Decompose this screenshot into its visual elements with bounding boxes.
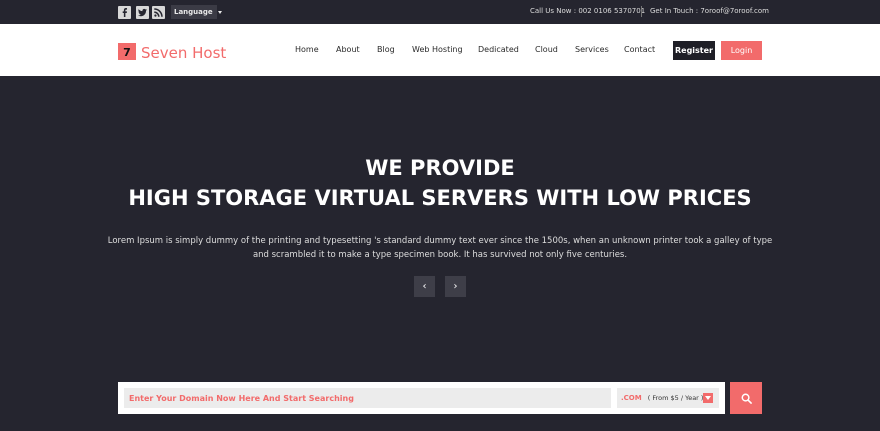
nav-item-blog[interactable]: Blog <box>377 45 395 54</box>
logo-mark[interactable]: 7 <box>118 43 136 60</box>
hero-title-line-2: HIGH STORAGE VIRTUAL SERVERS WITH LOW PR… <box>128 186 752 210</box>
chevron-down-icon <box>217 10 222 14</box>
slider-prev-button[interactable]: ‹ <box>414 276 435 297</box>
get-in-touch-text[interactable]: Get In Touch : 7oroof@7oroof.com <box>650 7 769 15</box>
hero-title-line-1: WE PROVIDE <box>365 156 515 180</box>
language-label: Language <box>174 8 213 16</box>
nav-item-web-hosting[interactable]: Web Hosting <box>412 45 463 54</box>
top-bar: Language Call Us Now : 002 0106 5370701 … <box>0 0 880 24</box>
nav-item-contact[interactable]: Contact <box>624 45 655 54</box>
logo-text[interactable]: Seven Host <box>141 44 226 62</box>
twitter-icon[interactable] <box>136 6 149 19</box>
facebook-icon[interactable] <box>118 6 131 19</box>
chevron-down-icon <box>703 393 713 403</box>
call-us-text: Call Us Now : 002 0106 5370701 <box>530 7 646 15</box>
search-icon <box>741 393 752 404</box>
register-button[interactable]: Register <box>673 41 715 60</box>
domain-search-panel: .COM ( From $5 / Year ) <box>118 382 725 414</box>
tld-value: .COM <box>621 394 642 402</box>
chevron-right-icon: › <box>453 281 458 292</box>
nav-item-dedicated[interactable]: Dedicated <box>478 45 519 54</box>
navbar: 7 Seven Host Home About Blog Web Hosting… <box>0 24 880 76</box>
hero-description-line-1: Lorem Ipsum is simply dummy of the print… <box>107 236 773 246</box>
tld-select[interactable]: .COM ( From $5 / Year ) <box>617 388 719 408</box>
tld-price: ( From $5 / Year ) <box>647 394 704 402</box>
nav-item-cloud[interactable]: Cloud <box>535 45 558 54</box>
rss-icon[interactable] <box>152 6 165 19</box>
chevron-left-icon: ‹ <box>422 281 427 292</box>
domain-search-button[interactable] <box>730 382 762 414</box>
nav-item-home[interactable]: Home <box>295 45 319 54</box>
nav-item-about[interactable]: About <box>336 45 360 54</box>
slider-next-button[interactable]: › <box>445 276 466 297</box>
nav-item-services[interactable]: Services <box>575 45 609 54</box>
hero-description-line-2: and scrambled it to make a type specimen… <box>252 250 628 260</box>
login-button[interactable]: Login <box>721 41 762 60</box>
domain-search-input[interactable] <box>124 388 611 408</box>
divider <box>641 6 642 17</box>
language-dropdown[interactable]: Language <box>171 5 222 19</box>
